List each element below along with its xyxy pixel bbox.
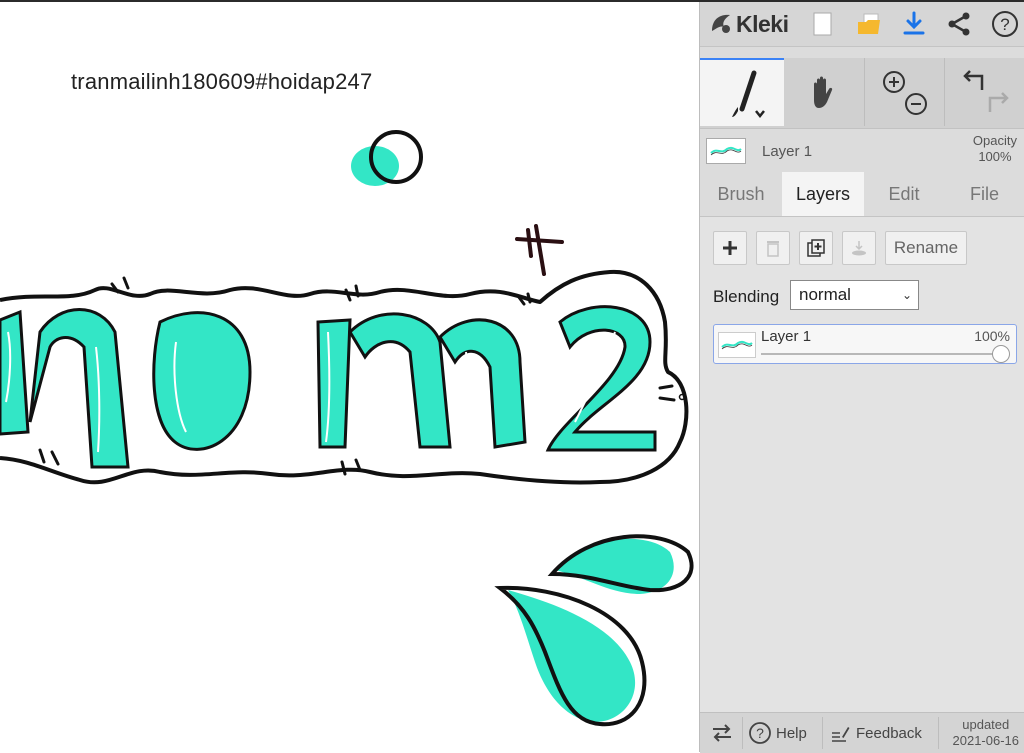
new-file-icon[interactable] (808, 9, 838, 39)
feedback-button[interactable]: Feedback (830, 713, 922, 753)
layer-item-name: Layer 1 (761, 328, 812, 345)
drawing-canvas[interactable]: tranmailinh180609#hoidap247 (0, 2, 699, 752)
question-circle-icon: ? (749, 722, 771, 744)
duplicate-icon (807, 239, 825, 257)
sidebar: Kleki ? Layer 1 Opacity 100% Brush Layer… (699, 2, 1024, 753)
help-icon[interactable]: ? (990, 9, 1020, 39)
tab-file[interactable]: File (944, 172, 1024, 216)
plus-icon (723, 241, 737, 255)
brush-tool[interactable] (700, 58, 784, 126)
duplicate-layer-button[interactable] (799, 231, 833, 265)
feedback-label: Feedback (856, 724, 922, 742)
undo-icon[interactable] (963, 70, 984, 90)
redo-icon[interactable] (988, 92, 1009, 112)
chevron-down-icon: ⌄ (901, 288, 912, 302)
crosshair-cursor-icon (515, 224, 564, 276)
merge-down-icon (852, 241, 866, 256)
svg-text:?: ? (1000, 15, 1009, 34)
help-button[interactable]: ? Help (748, 713, 807, 753)
tab-layers[interactable]: Layers (782, 172, 864, 216)
active-layer-name: Layer 1 (762, 143, 813, 160)
blending-value: normal (799, 285, 851, 304)
trash-icon (767, 241, 779, 257)
updated-label: updated (962, 717, 1010, 732)
help-label: Help (776, 724, 807, 742)
download-icon[interactable] (899, 9, 929, 39)
layer-opacity-slider[interactable] (761, 353, 1001, 355)
swap-arrows-icon (713, 724, 731, 742)
history-tools (944, 58, 1024, 126)
feedback-pencil-icon (832, 727, 850, 742)
zoom-in-icon[interactable] (883, 71, 905, 93)
merge-layer-button[interactable] (842, 231, 876, 265)
blending-select[interactable]: normal ⌄ (790, 280, 919, 310)
app-logo[interactable]: Kleki (708, 8, 789, 40)
updated-date: 2021-06-16 (952, 733, 1020, 748)
swap-side-button[interactable] (710, 713, 734, 753)
open-folder-icon[interactable] (854, 9, 884, 39)
opacity-readout: Opacity 100% (973, 133, 1017, 165)
panel-tabs: Brush Layers Edit File (700, 172, 1024, 217)
blending-label: Blending (713, 287, 780, 306)
hand-tool[interactable] (784, 58, 864, 126)
tab-edit[interactable]: Edit (864, 172, 944, 216)
layers-panel: Rename Blending normal ⌄ Layer 1 100% (700, 217, 1024, 712)
add-layer-button[interactable] (713, 231, 747, 265)
zoom-out-icon[interactable] (905, 93, 927, 115)
top-toolbar: Kleki ? (700, 2, 1024, 47)
layer-thumbnail[interactable] (706, 138, 746, 164)
share-icon[interactable] (944, 9, 974, 39)
app-name: Kleki (736, 10, 789, 37)
layer-opacity-slider-handle[interactable] (992, 345, 1010, 363)
svg-text:?: ? (756, 725, 764, 741)
footer-bar: ? Help Feedback updated 2021-06-16 (700, 712, 1024, 753)
logo-icon (712, 14, 730, 33)
tool-row (700, 58, 1024, 129)
leaf-shapes (494, 534, 694, 727)
layer-list-item[interactable]: Layer 1 100% (713, 324, 1017, 364)
tab-brush[interactable]: Brush (700, 172, 782, 216)
layer-item-opacity: 100% (974, 328, 1010, 344)
zoom-tools (864, 58, 945, 126)
canvas-artwork (0, 130, 694, 727)
delete-layer-button[interactable] (756, 231, 790, 265)
rename-layer-button[interactable]: Rename (885, 231, 967, 265)
active-layer-status: Layer 1 Opacity 100% (700, 130, 1024, 172)
canvas-caption: tranmailinh180609#hoidap247 (71, 69, 373, 94)
opacity-value: 100% (978, 149, 1012, 164)
opacity-label: Opacity (972, 133, 1017, 148)
brush-icon (732, 70, 765, 119)
small-dot (678, 393, 686, 401)
layer-item-thumbnail (718, 332, 756, 358)
updated-info[interactable]: updated 2021-06-16 (953, 717, 1020, 749)
hand-icon (814, 76, 833, 108)
